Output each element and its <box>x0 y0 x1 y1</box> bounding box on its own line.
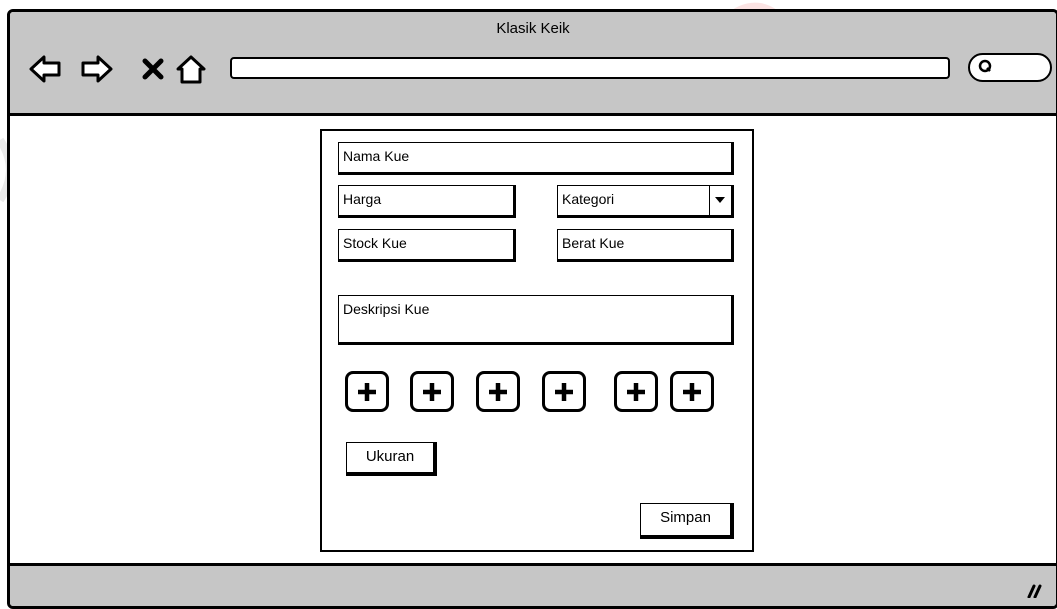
berat-kue-input[interactable]: Berat Kue <box>557 229 734 262</box>
close-icon[interactable] <box>137 52 171 86</box>
product-form: Nama Kue Harga Kategori Stock Kue Berat … <box>320 129 754 552</box>
address-bar[interactable] <box>230 57 950 79</box>
kategori-selected-value: Kategori <box>562 191 615 207</box>
plus-icon <box>627 383 645 401</box>
add-image-button-5[interactable] <box>614 371 658 412</box>
resize-grip-icon[interactable] <box>1022 582 1042 598</box>
ukuran-button[interactable]: Ukuran <box>346 442 437 476</box>
simpan-button[interactable]: Simpan <box>640 503 734 539</box>
search-icon <box>978 59 992 73</box>
browser-window: Klasik Keik Nama Kue Harga Kategori Stoc… <box>7 9 1057 609</box>
forward-arrow-icon[interactable] <box>80 52 114 86</box>
add-image-button-2[interactable] <box>410 371 454 412</box>
kategori-select[interactable]: Kategori <box>557 185 734 218</box>
add-image-button-3[interactable] <box>476 371 520 412</box>
deskripsi-kue-textarea[interactable]: Deskripsi Kue <box>338 295 734 345</box>
plus-icon <box>683 383 701 401</box>
plus-icon <box>423 383 441 401</box>
chevron-down-icon[interactable] <box>709 186 731 215</box>
plus-icon <box>489 383 507 401</box>
add-image-button-6[interactable] <box>670 371 714 412</box>
browser-statusbar <box>10 563 1056 606</box>
nama-kue-input[interactable]: Nama Kue <box>338 142 734 175</box>
plus-icon <box>358 383 376 401</box>
harga-input[interactable]: Harga <box>338 185 516 218</box>
add-image-button-4[interactable] <box>542 371 586 412</box>
back-arrow-icon[interactable] <box>28 52 62 86</box>
stock-kue-input[interactable]: Stock Kue <box>338 229 516 262</box>
plus-icon <box>555 383 573 401</box>
window-title: Klasik Keik <box>496 20 570 37</box>
add-image-button-1[interactable] <box>345 371 389 412</box>
browser-titlebar: Klasik Keik <box>10 12 1056 116</box>
search-box[interactable] <box>968 53 1052 82</box>
home-icon[interactable] <box>174 52 208 86</box>
